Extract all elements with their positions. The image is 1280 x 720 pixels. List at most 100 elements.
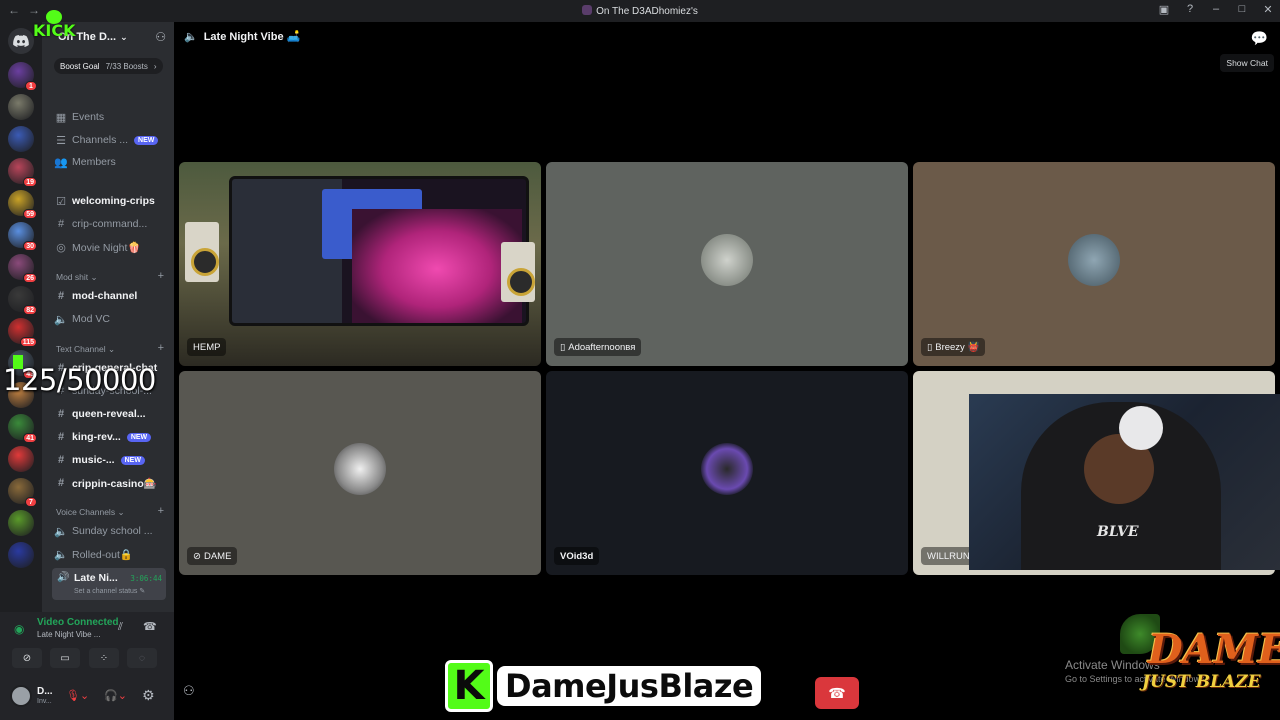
server-icon[interactable] (8, 94, 34, 120)
invite-people-icon[interactable]: ⚇ (155, 30, 166, 44)
participant-tile-void3d[interactable]: VOid3d (546, 371, 908, 575)
disconnect-icon[interactable]: ☎ (143, 620, 157, 633)
add-channel-icon[interactable]: + (158, 270, 164, 282)
channel-crip-command[interactable]: # crip-command... (54, 214, 166, 234)
gear-icon[interactable]: ⚙ (142, 687, 155, 704)
server-icon[interactable]: 59 (8, 190, 37, 219)
sunday-school-vc-label: Sunday school ... (72, 525, 153, 537)
crippin-casino-label: crippin-casino🎰 (72, 477, 157, 490)
channel-welcoming[interactable]: ▶☑welcoming-crips (54, 191, 166, 211)
counter-text: 125/50000 (3, 363, 156, 397)
chevron-down-icon: ⌄ (120, 31, 128, 42)
noise-suppression-icon[interactable]: ⫽ (118, 621, 123, 634)
stage-title-text: Late Night Vibe 🛋️ (203, 31, 301, 43)
participant-name: Breezy 👹 (935, 341, 980, 353)
calendar-icon: ▦ (55, 111, 67, 124)
participant-tile-adoafternoon[interactable]: ▯ Adoafternoonвя (546, 162, 908, 366)
king-rev-label: king-rev... (72, 431, 121, 443)
server-icon[interactable]: 19 (8, 158, 37, 187)
participant-tile-hemp[interactable]: HEMP (179, 162, 541, 366)
add-channel-icon[interactable]: + (158, 505, 164, 517)
sidebar-item-channels[interactable]: ☰ Channels ... NEW (54, 130, 166, 150)
rules-icon: ☑ (56, 195, 66, 208)
kick-k-logo: K (445, 660, 493, 712)
server-icon[interactable]: 30 (8, 222, 37, 251)
channel-sunday-school-vc[interactable]: 🔈 Sunday school ... (54, 521, 166, 541)
show-chat-tooltip: Show Chat (1220, 54, 1274, 72)
channel-crippin-casino[interactable]: ▶#crippin-casino🎰 (54, 473, 166, 493)
signal-icon[interactable]: ◉ (14, 622, 24, 636)
inbox-icon[interactable]: ▣ (1158, 3, 1170, 16)
discord-home-icon[interactable] (8, 28, 34, 54)
activities-button[interactable]: ⁘ (89, 648, 119, 668)
channel-late-night-active[interactable]: 🔊 Late Ni... 3:06:44 Set a channel statu… (52, 568, 166, 600)
channel-music[interactable]: ▶#music-...NEW (54, 450, 166, 470)
avatar[interactable] (10, 685, 32, 707)
user-name: D... (37, 686, 53, 697)
new-badge: NEW (120, 455, 145, 465)
mention-badge: 115 (19, 337, 37, 347)
streamer-webcam: BLVE (969, 394, 1280, 570)
add-channel-icon[interactable]: + (158, 342, 164, 354)
welcoming-label: welcoming-crips (72, 195, 155, 207)
help-icon[interactable]: ? (1184, 3, 1196, 16)
close-button[interactable]: ✕ (1262, 3, 1274, 16)
speaker-icon: 🔈 (54, 548, 68, 561)
server-icon[interactable]: 41 (8, 414, 37, 443)
hash-icon: # (57, 477, 65, 489)
server-icon[interactable]: 82 (8, 286, 37, 315)
channel-status-prompt[interactable]: Set a channel status ✎ (74, 587, 145, 595)
category-mod[interactable]: Mod shit ⌄ + (56, 270, 164, 283)
dame-just-blaze-logo: DAME JUST BLAZE (1118, 610, 1280, 714)
sidebar-item-members[interactable]: 👥 Members (54, 152, 166, 172)
channel-sidebar: On The D... ⌄ ⚇ Boost Goal 7/33 Boosts › ▦… (42, 22, 174, 612)
server-icon (582, 5, 593, 15)
server-icon[interactable] (8, 542, 34, 568)
server-icon[interactable] (8, 446, 34, 472)
logo-word-2: JUST BLAZE (1142, 672, 1261, 692)
mod-vc-label: Mod VC (72, 313, 110, 325)
server-icon[interactable] (8, 126, 34, 152)
soundboard-button[interactable]: ◌ (127, 648, 157, 668)
hash-icon: # (57, 218, 65, 230)
server-icon[interactable]: 7 (8, 478, 37, 507)
queen-reveal-label: queen-reveal... (72, 408, 146, 420)
category-voice-label: Voice Channels (56, 507, 116, 517)
category-text[interactable]: Text Channel ⌄ + (56, 342, 164, 355)
share-screen-button[interactable]: ▭ (50, 648, 80, 668)
participant-name: HEMP (187, 338, 227, 356)
chat-bubble-icon[interactable]: 💬 (1251, 30, 1268, 47)
participant-name: WILLRUN (921, 547, 976, 565)
mobile-icon: ▯ (927, 341, 933, 353)
window-controls: ▣ ? – □ ✕ (1158, 3, 1274, 16)
channel-rolled-out[interactable]: 🔈 Rolled-out🔒 (54, 544, 166, 564)
hoodie-print: BLVE (1097, 524, 1139, 540)
server-icon[interactable] (8, 510, 34, 536)
participants-icon[interactable]: ⚇ (183, 683, 195, 699)
voice-channel-label[interactable]: Late Night Vibe ... (37, 630, 100, 639)
speaker-icon: 🔈 (54, 313, 68, 326)
server-icon[interactable]: 115 (8, 318, 37, 347)
speaker-left (185, 222, 219, 282)
channel-movie-night[interactable]: ◎ Movie Night🍿 (54, 237, 166, 257)
channel-king-rev[interactable]: ▶#king-rev...NEW (54, 427, 166, 447)
sidebar-item-events[interactable]: ▦ Events (54, 107, 166, 127)
server-icon[interactable]: 1 (8, 62, 37, 91)
server-icon[interactable]: 26 (8, 254, 37, 283)
channel-mod-channel[interactable]: ▶#mod-channel (54, 286, 166, 306)
hang-up-button[interactable]: ☎ (815, 677, 859, 709)
channel-mod-vc[interactable]: 🔈 Mod VC (54, 309, 166, 329)
camera-off-button[interactable]: ⊘ (12, 648, 42, 668)
participant-tile-breezy[interactable]: ▯ Breezy 👹 (913, 162, 1275, 366)
category-voice[interactable]: Voice Channels ⌄ + (56, 505, 164, 518)
channel-queen-reveal[interactable]: ▶#queen-reveal... (54, 404, 166, 424)
minimize-button[interactable]: – (1210, 3, 1222, 16)
avatar (334, 443, 386, 495)
monitor (229, 176, 529, 326)
maximize-button[interactable]: □ (1236, 3, 1248, 16)
mic-muted-icon[interactable]: 🎙⌄ (66, 689, 89, 702)
mod-channel-label: mod-channel (72, 290, 138, 302)
deafened-icon[interactable]: 🎧⌄ (104, 689, 127, 702)
participant-tile-dame[interactable]: ⊘ DAME (179, 371, 541, 575)
boost-goal-pill[interactable]: Boost Goal 7/33 Boosts › (54, 58, 163, 74)
